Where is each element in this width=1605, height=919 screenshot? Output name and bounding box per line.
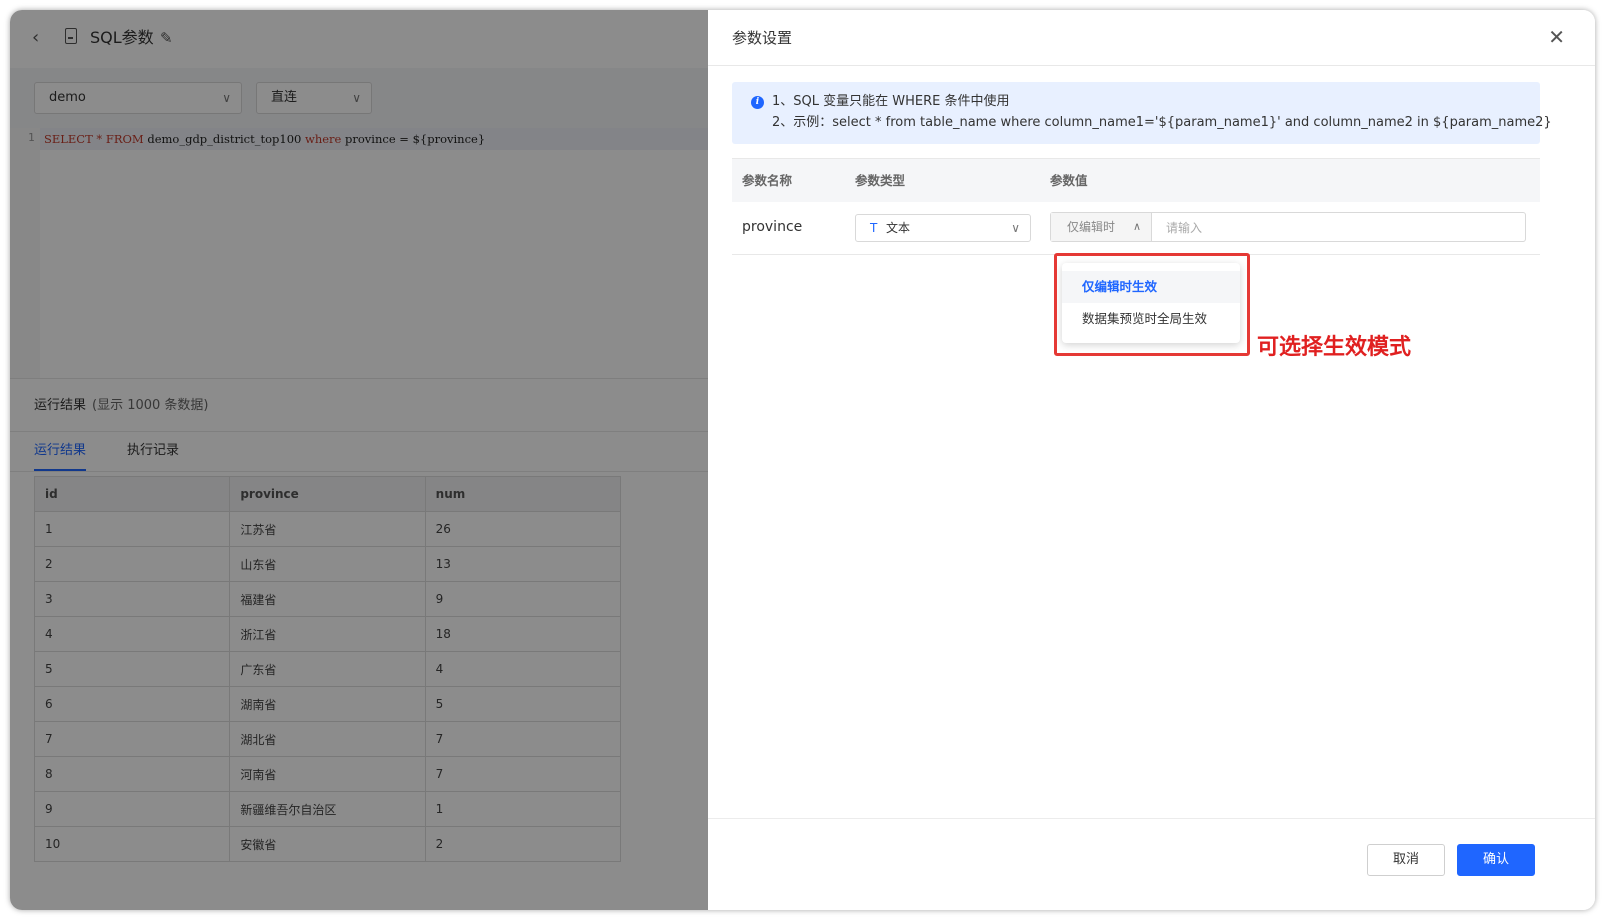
app-window: ‹ SQL参数 ✎ demo ∨ 直连 ∨ 1 SELECT * FROM de… — [10, 10, 1595, 910]
effect-mode-select[interactable]: 仅编辑时 ∧ — [1051, 213, 1152, 241]
cancel-button[interactable]: 取消 — [1367, 844, 1445, 876]
param-type-value: 文本 — [886, 221, 911, 235]
alert-line-1: 1、SQL 变量只能在 WHERE 条件中使用 — [772, 94, 1010, 109]
param-settings-drawer: 参数设置 ✕ i 1、SQL 变量只能在 WHERE 条件中使用 2、示例：se… — [708, 10, 1595, 910]
alert-line-2: 2、示例：select * from table_name where colu… — [772, 115, 1552, 130]
modal-mask[interactable] — [10, 10, 725, 910]
drawer-footer: 取消 确认 — [708, 818, 1595, 910]
confirm-button[interactable]: 确认 — [1457, 844, 1535, 876]
column-header-value: 参数值 — [1050, 173, 1088, 188]
drawer-title: 参数设置 — [732, 29, 793, 47]
param-value-group: 仅编辑时 ∧ — [1050, 212, 1538, 243]
chevron-up-icon: ∧ — [1132, 220, 1141, 233]
drawer-header: 参数设置 ✕ — [708, 10, 1595, 66]
text-type-icon: T — [870, 221, 878, 235]
annotation-label: 可选择生效模式 — [1257, 335, 1412, 360]
column-header-name: 参数名称 — [742, 173, 793, 188]
info-icon: i — [751, 96, 764, 109]
chevron-down-icon: ∨ — [1011, 221, 1020, 235]
param-value-input[interactable] — [1152, 213, 1538, 243]
annotation-highlight-box — [1054, 253, 1250, 356]
param-type-select[interactable]: T 文本 ∨ — [855, 214, 1031, 242]
close-icon[interactable]: ✕ — [1548, 24, 1565, 50]
column-header-type: 参数类型 — [855, 173, 906, 188]
param-name: province — [742, 219, 803, 235]
sql-editor-page: ‹ SQL参数 ✎ demo ∨ 直连 ∨ 1 SELECT * FROM de… — [10, 10, 725, 910]
effect-mode-value: 仅编辑时 — [1067, 220, 1116, 234]
param-table-header: 参数名称 参数类型 参数值 — [732, 158, 1540, 202]
info-alert: i 1、SQL 变量只能在 WHERE 条件中使用 2、示例：select * … — [732, 82, 1552, 144]
param-row: province T 文本 ∨ 仅编辑时 ∧ — [732, 202, 1540, 255]
